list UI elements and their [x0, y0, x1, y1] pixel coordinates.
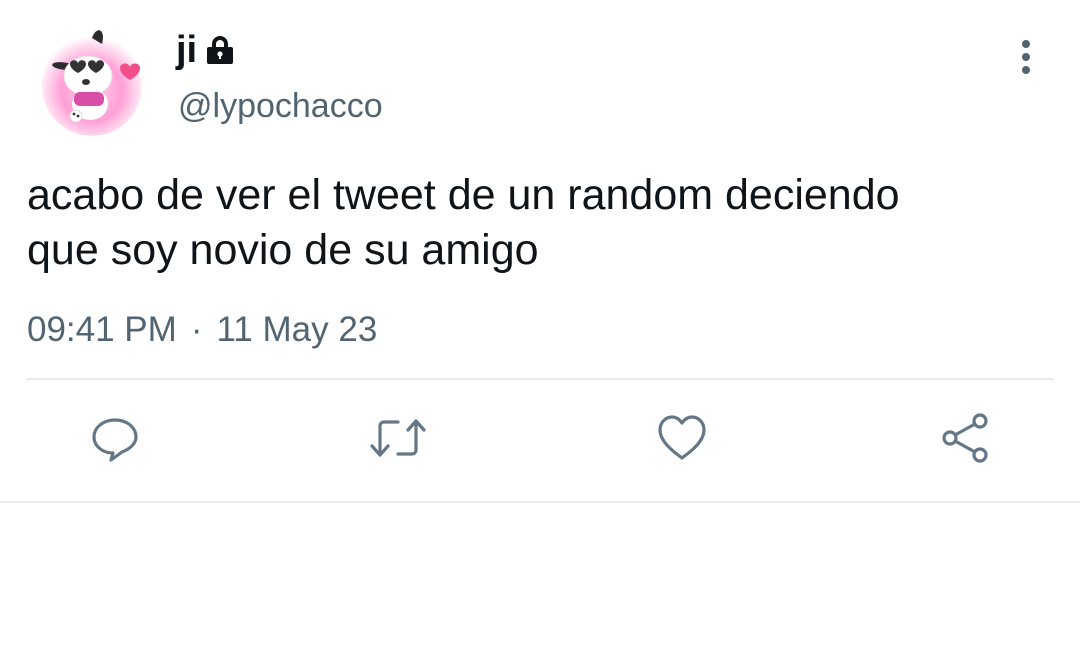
avatar[interactable]: [36, 24, 148, 136]
display-name[interactable]: ji: [176, 28, 197, 72]
meta-separator: ·: [190, 310, 203, 349]
tweet-time[interactable]: 09:41 PM: [27, 308, 177, 352]
tweet-text: acabo de ver el tweet de un random decie…: [27, 171, 900, 274]
tweet-meta: 09:41 PM · 11 May 23: [27, 308, 377, 352]
reply-button[interactable]: [85, 410, 145, 470]
divider: [26, 378, 1054, 380]
heart-icon: [656, 412, 708, 469]
display-name-row: ji: [176, 28, 237, 72]
retweet-icon: [368, 412, 428, 469]
tweet-card: ji @lypochacco acabo de ver el tweet de …: [0, 0, 1080, 651]
action-bar: [0, 410, 1080, 472]
tweet-date[interactable]: 11 May 23: [216, 308, 377, 352]
lock-icon: [203, 33, 237, 67]
vertical-dots-icon[interactable]: [1010, 38, 1042, 78]
retweet-button[interactable]: [368, 410, 428, 470]
share-icon: [939, 412, 991, 469]
share-button[interactable]: [935, 410, 995, 470]
user-handle[interactable]: @lypochacco: [178, 86, 383, 126]
reply-icon: [89, 412, 141, 469]
avatar-image: [36, 24, 148, 136]
bottom-divider: [0, 501, 1080, 503]
like-button[interactable]: [652, 410, 712, 470]
